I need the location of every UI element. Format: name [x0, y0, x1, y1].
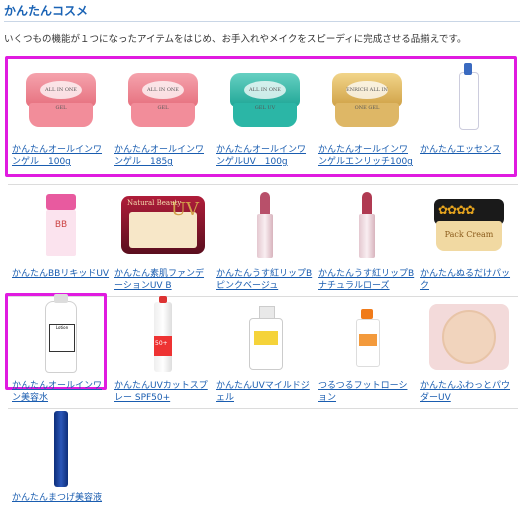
product-link[interactable]: つるつるフットローション	[318, 380, 416, 404]
product-link[interactable]: かんたんまつげ美容液	[12, 492, 110, 504]
product-item[interactable]: かんたんふわっとパウダーUV	[420, 298, 518, 404]
row-divider	[8, 184, 518, 185]
product-item[interactable]: かんたんエッセンス	[420, 62, 518, 156]
powder-compact-icon[interactable]	[420, 298, 518, 376]
product-link[interactable]: かんたんうす紅リップB ピンクベージュ	[216, 268, 314, 292]
product-item[interactable]: BB かんたんBBリキッドUV	[12, 186, 110, 280]
essence-bottle-icon[interactable]	[420, 62, 518, 140]
product-item[interactable]: かんたんうす紅リップB ピンクベージュ	[216, 186, 314, 292]
product-item[interactable]: UV Natural Beauty かんたん素肌ファンデーションUV B	[114, 186, 212, 292]
product-link[interactable]: かんたんUVマイルドジェル	[216, 380, 314, 404]
product-link[interactable]: かんたんオールインワンゲル 100g	[12, 144, 110, 168]
product-link[interactable]: かんたんふわっとパウダーUV	[420, 380, 518, 404]
product-link[interactable]: かんたんオールインワンゲルエンリッチ100g	[318, 144, 416, 168]
pink-jar-icon[interactable]: ALL IN ONE GEL	[12, 62, 110, 140]
product-link[interactable]: かんたん素肌ファンデーションUV B	[114, 268, 212, 292]
product-item[interactable]: ALL IN ONE GEL UV かんたんオールインワンゲルUV 100g	[216, 62, 314, 168]
product-item[interactable]: かんたんまつげ美容液	[12, 410, 110, 504]
row-divider	[8, 408, 518, 409]
product-link[interactable]: かんたんうす紅リップB ナチュラルローズ	[318, 268, 416, 292]
uv-gel-pump-icon[interactable]	[216, 298, 314, 376]
product-link[interactable]: かんたんBBリキッドUV	[12, 268, 110, 280]
product-link[interactable]: かんたんエッセンス	[420, 144, 518, 156]
foundation-compact-icon[interactable]: UV Natural Beauty	[114, 186, 212, 264]
product-link[interactable]: かんたんぬるだけパック	[420, 268, 518, 292]
lotion-bottle-icon[interactable]: Lotion	[12, 294, 110, 376]
uv-spray-icon[interactable]: 50+	[114, 296, 212, 376]
bb-liquid-icon[interactable]: BB	[12, 186, 110, 264]
pack-cream-jar-icon[interactable]: ✿✿✿✿ Pack Cream	[420, 186, 518, 264]
product-item[interactable]: ENRICH ALL IN ONE GEL かんたんオールインワンゲルエンリッチ…	[318, 62, 416, 168]
product-link[interactable]: かんたんUVカットスプレー SPF50+	[114, 380, 212, 404]
gold-jar-icon[interactable]: ENRICH ALL IN ONE GEL	[318, 62, 416, 140]
product-link[interactable]: かんたんオールインワンゲルUV 100g	[216, 144, 314, 168]
product-item[interactable]: ALL IN ONE GEL かんたんオールインワンゲル 100g	[12, 62, 110, 168]
product-item[interactable]: ✿✿✿✿ Pack Cream かんたんぬるだけパック	[420, 186, 518, 292]
mascara-serum-icon[interactable]	[12, 410, 110, 488]
title-divider	[4, 21, 520, 22]
product-item[interactable]: かんたんうす紅リップB ナチュラルローズ	[318, 186, 416, 292]
product-item[interactable]: 50+ かんたんUVカットスプレー SPF50+	[114, 296, 212, 404]
product-item[interactable]: つるつるフットローション	[318, 298, 416, 404]
product-link[interactable]: かんたんオールインワンゲル 185g	[114, 144, 212, 168]
product-item[interactable]: Lotion かんたんオールインワン美容水	[12, 294, 110, 404]
page-title: かんたんコスメ	[4, 4, 89, 18]
teal-jar-icon[interactable]: ALL IN ONE GEL UV	[216, 62, 314, 140]
foot-lotion-icon[interactable]	[318, 298, 416, 376]
product-item[interactable]: かんたんUVマイルドジェル	[216, 298, 314, 404]
page-description: いくつもの機能が１つになったアイテムをはじめ、お手入れやメイクをスピーディに完成…	[4, 34, 467, 45]
lipstick-icon[interactable]	[318, 186, 416, 264]
product-item[interactable]: ALL IN ONE GEL かんたんオールインワンゲル 185g	[114, 62, 212, 168]
pink-jar-icon[interactable]: ALL IN ONE GEL	[114, 62, 212, 140]
product-link[interactable]: かんたんオールインワン美容水	[12, 380, 110, 404]
lipstick-icon[interactable]	[216, 186, 314, 264]
